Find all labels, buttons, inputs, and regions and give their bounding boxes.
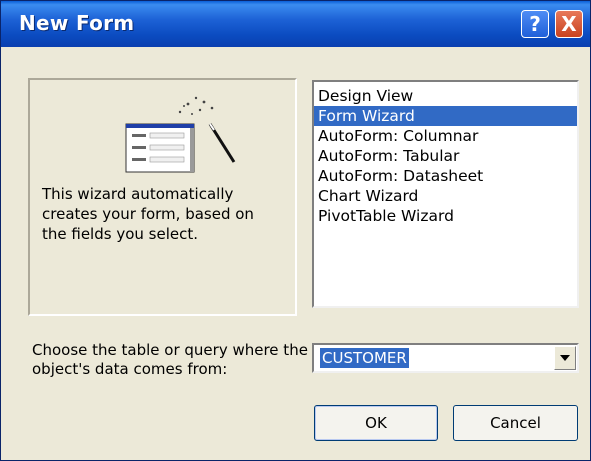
sparkle-icon [178, 96, 214, 115]
view-list[interactable]: Design View Form Wizard AutoForm: Column… [312, 80, 579, 308]
chevron-down-icon [560, 355, 570, 361]
view-item-form-wizard[interactable]: Form Wizard [314, 106, 577, 126]
source-select[interactable]: CUSTOMER [312, 343, 579, 373]
window-title: New Form [19, 11, 135, 35]
dropdown-button[interactable] [554, 346, 576, 370]
cancel-button[interactable]: Cancel [453, 405, 578, 441]
view-item-autoform-tabular[interactable]: AutoForm: Tabular [314, 146, 577, 166]
help-button[interactable]: ? [521, 10, 549, 38]
view-item-design-view[interactable]: Design View [314, 86, 577, 106]
close-button[interactable]: X [555, 10, 583, 38]
magic-wand-icon [208, 123, 236, 163]
view-item-autoform-datasheet[interactable]: AutoForm: Datasheet [314, 166, 577, 186]
title-bar[interactable]: New Form ? X [1, 1, 590, 47]
new-form-dialog: New Form ? X This wizard automatically c… [0, 0, 591, 461]
preview-panel: This wizard automatically creates your f… [28, 78, 297, 316]
help-icon: ? [529, 12, 541, 36]
close-icon: X [561, 12, 577, 36]
source-label: Choose the table or query where the obje… [32, 341, 308, 378]
wizard-description: This wizard automatically creates your f… [42, 185, 254, 243]
form-window-icon [125, 123, 195, 173]
view-item-chart-wizard[interactable]: Chart Wizard [314, 186, 577, 206]
view-item-pivottable-wizard[interactable]: PivotTable Wizard [314, 206, 577, 226]
ok-button[interactable]: OK [314, 405, 438, 441]
view-item-autoform-columnar[interactable]: AutoForm: Columnar [314, 126, 577, 146]
form-wizard-illustration [125, 96, 236, 173]
source-select-value: CUSTOMER [320, 348, 409, 368]
